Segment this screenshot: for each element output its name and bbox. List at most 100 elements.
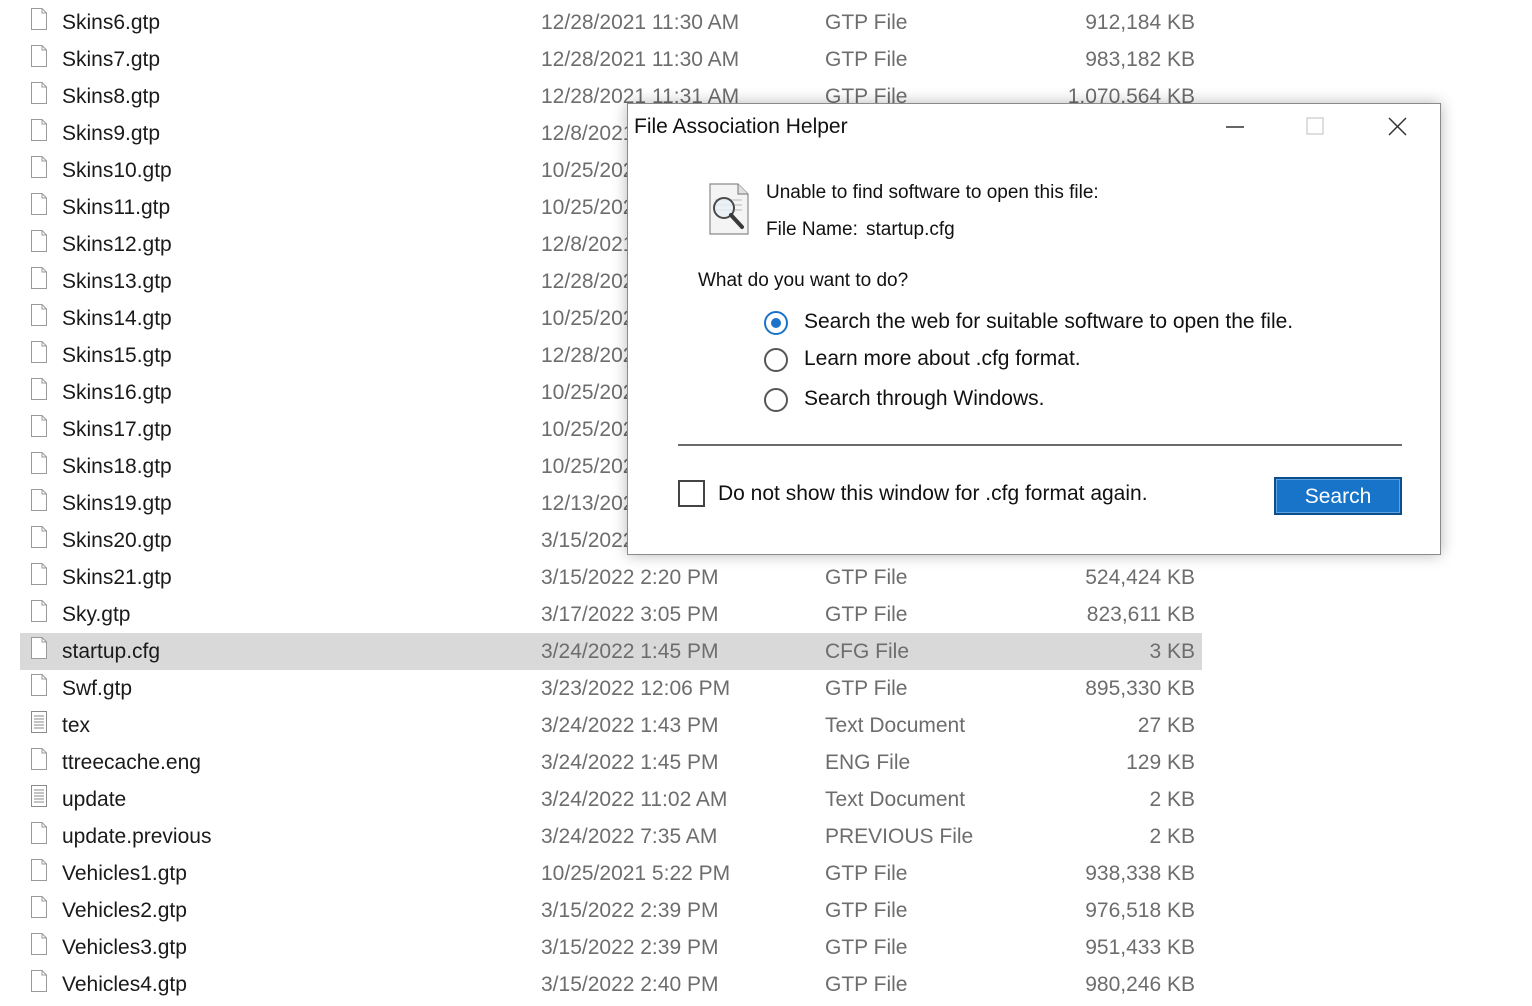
file-size: 938,338 KB: [1085, 862, 1195, 885]
blank-file-icon: [31, 82, 47, 104]
file-type: Text Document: [825, 714, 966, 737]
file-date-modified: 3/23/2022 12:06 PM: [541, 677, 731, 700]
close-button[interactable]: [1358, 104, 1438, 150]
close-icon: [1388, 117, 1407, 136]
file-name: Swf.gtp: [62, 677, 133, 700]
blank-file-icon: [31, 119, 47, 141]
file-date-modified: 10/25/202: [541, 196, 635, 219]
file-row[interactable]: update 3/24/2022 11:02 AM Text Document 2 K…: [20, 781, 1202, 818]
blank-file-icon: [31, 45, 47, 67]
file-name: Skins7.gtp: [62, 48, 161, 71]
file-name: Skins21.gtp: [62, 566, 172, 589]
file-date-modified: 12/13/202: [541, 492, 635, 515]
radio-selected-dot: [771, 318, 781, 328]
blank-file-icon: [31, 748, 47, 770]
minimize-button[interactable]: [1196, 104, 1276, 150]
file-date-modified: 10/25/202: [541, 455, 635, 478]
file-association-dialog: File Association Helper Unable to find s…: [627, 103, 1441, 555]
file-row[interactable]: Vehicles3.gtp 3/15/2022 2:39 PM GTP File 95…: [20, 929, 1202, 966]
maximize-icon: [1306, 117, 1324, 135]
file-name: Vehicles1.gtp: [62, 862, 187, 885]
dont-show-again-label[interactable]: Do not show this window for .cfg format …: [718, 482, 1148, 506]
radio-button[interactable]: [764, 348, 788, 372]
file-name: Vehicles3.gtp: [62, 936, 187, 959]
blank-file-icon: [31, 859, 47, 881]
blank-file-icon: [31, 452, 47, 474]
file-row[interactable]: Skins21.gtp 3/15/2022 2:20 PM GTP File 524,…: [20, 559, 1202, 596]
blank-file-icon: [31, 230, 47, 252]
option-label[interactable]: Search the web for suitable software to …: [804, 310, 1293, 334]
file-name: Vehicles4.gtp: [62, 973, 187, 996]
radio-button[interactable]: [764, 388, 788, 412]
file-name: Skins16.gtp: [62, 381, 172, 404]
file-date-modified: 3/24/2022 11:02 AM: [541, 788, 728, 811]
file-date-modified: 3/15/2022: [541, 529, 635, 552]
file-size: 983,182 KB: [1085, 48, 1195, 71]
file-name: Skins6.gtp: [62, 11, 161, 34]
file-row[interactable]: Skins7.gtp 12/28/2021 11:30 AM GTP File 983…: [20, 41, 1202, 78]
file-name: Skins19.gtp: [62, 492, 172, 515]
text-document-icon: [31, 711, 47, 733]
file-date-modified: 3/15/2022 2:39 PM: [541, 936, 719, 959]
file-size: 912,184 KB: [1085, 11, 1195, 34]
file-row[interactable]: Sky.gtp 3/17/2022 3:05 PM GTP File 823,611 …: [20, 596, 1202, 633]
file-date-modified: 12/28/2021 11:30 AM: [541, 11, 740, 34]
file-date-modified: 10/25/2021 5:22 PM: [541, 862, 731, 885]
search-button[interactable]: Search: [1274, 477, 1402, 515]
file-name: Skins20.gtp: [62, 529, 172, 552]
file-date-modified: 10/25/202: [541, 307, 635, 330]
dialog-divider: [678, 444, 1402, 446]
file-name: Skins18.gtp: [62, 455, 172, 478]
file-date-modified: 3/15/2022 2:20 PM: [541, 566, 719, 589]
file-type: GTP File: [825, 936, 908, 959]
dont-show-again-checkbox[interactable]: [678, 480, 705, 507]
magnifier-document-icon: [704, 180, 754, 238]
file-row[interactable]: tex 3/24/2022 1:43 PM Text Document 27 KB: [20, 707, 1202, 744]
file-row[interactable]: Vehicles4.gtp 3/15/2022 2:40 PM GTP File 98…: [20, 966, 1202, 1003]
file-row[interactable]: Vehicles1.gtp 10/25/2021 5:22 PM GTP File 9…: [20, 855, 1202, 892]
blank-file-icon: [31, 415, 47, 437]
file-type: CFG File: [825, 640, 909, 663]
file-date-modified: 10/25/202: [541, 381, 635, 404]
blank-file-icon: [31, 341, 47, 363]
maximize-button: [1276, 104, 1356, 150]
file-name: Skins10.gtp: [62, 159, 172, 182]
file-type: GTP File: [825, 973, 908, 996]
blank-file-icon: [31, 674, 47, 696]
file-date-modified: 3/24/2022 7:35 AM: [541, 825, 718, 848]
file-type: PREVIOUS File: [825, 825, 974, 848]
file-type: GTP File: [825, 862, 908, 885]
radio-button[interactable]: [764, 311, 788, 335]
file-date-modified: 10/25/202: [541, 418, 635, 441]
file-row[interactable]: Swf.gtp 3/23/2022 12:06 PM GTP File 895,330…: [20, 670, 1202, 707]
file-name: Skins8.gtp: [62, 85, 161, 108]
file-row[interactable]: startup.cfg 3/24/2022 1:45 PM CFG File 3 KB: [20, 633, 1202, 670]
file-size: 2 KB: [1149, 825, 1195, 848]
file-row[interactable]: ttreecache.eng 3/24/2022 1:45 PM ENG File 1…: [20, 744, 1202, 781]
blank-file-icon: [31, 563, 47, 585]
file-row[interactable]: Skins6.gtp 12/28/2021 11:30 AM GTP File 912…: [20, 4, 1202, 41]
file-name-label: File Name:: [766, 219, 858, 240]
file-name: Skins17.gtp: [62, 418, 172, 441]
blank-file-icon: [31, 637, 47, 659]
file-name: Sky.gtp: [62, 603, 131, 626]
file-date-modified: 10/25/202: [541, 159, 635, 182]
file-date-modified: 3/24/2022 1:43 PM: [541, 714, 719, 737]
dialog-titlebar[interactable]: File Association Helper: [628, 104, 1440, 150]
blank-file-icon: [31, 193, 47, 215]
blank-file-icon: [31, 526, 47, 548]
file-size: 27 KB: [1137, 714, 1195, 737]
file-date-modified: 12/8/2021: [541, 122, 635, 145]
blank-file-icon: [31, 378, 47, 400]
option-label[interactable]: Learn more about .cfg format.: [804, 347, 1081, 371]
file-name: Skins11.gtp: [62, 196, 171, 219]
option-label[interactable]: Search through Windows.: [804, 387, 1044, 411]
file-size: 2 KB: [1149, 788, 1195, 811]
file-row[interactable]: Vehicles2.gtp 3/15/2022 2:39 PM GTP File 97…: [20, 892, 1202, 929]
file-date-modified: 3/15/2022 2:39 PM: [541, 899, 719, 922]
file-row[interactable]: update.previous 3/24/2022 7:35 AM PREVIOUS…: [20, 818, 1202, 855]
file-name: Skins14.gtp: [62, 307, 172, 330]
blank-file-icon: [31, 267, 47, 289]
file-name-value: startup.cfg: [866, 219, 955, 240]
file-date-modified: 12/28/202: [541, 270, 635, 293]
